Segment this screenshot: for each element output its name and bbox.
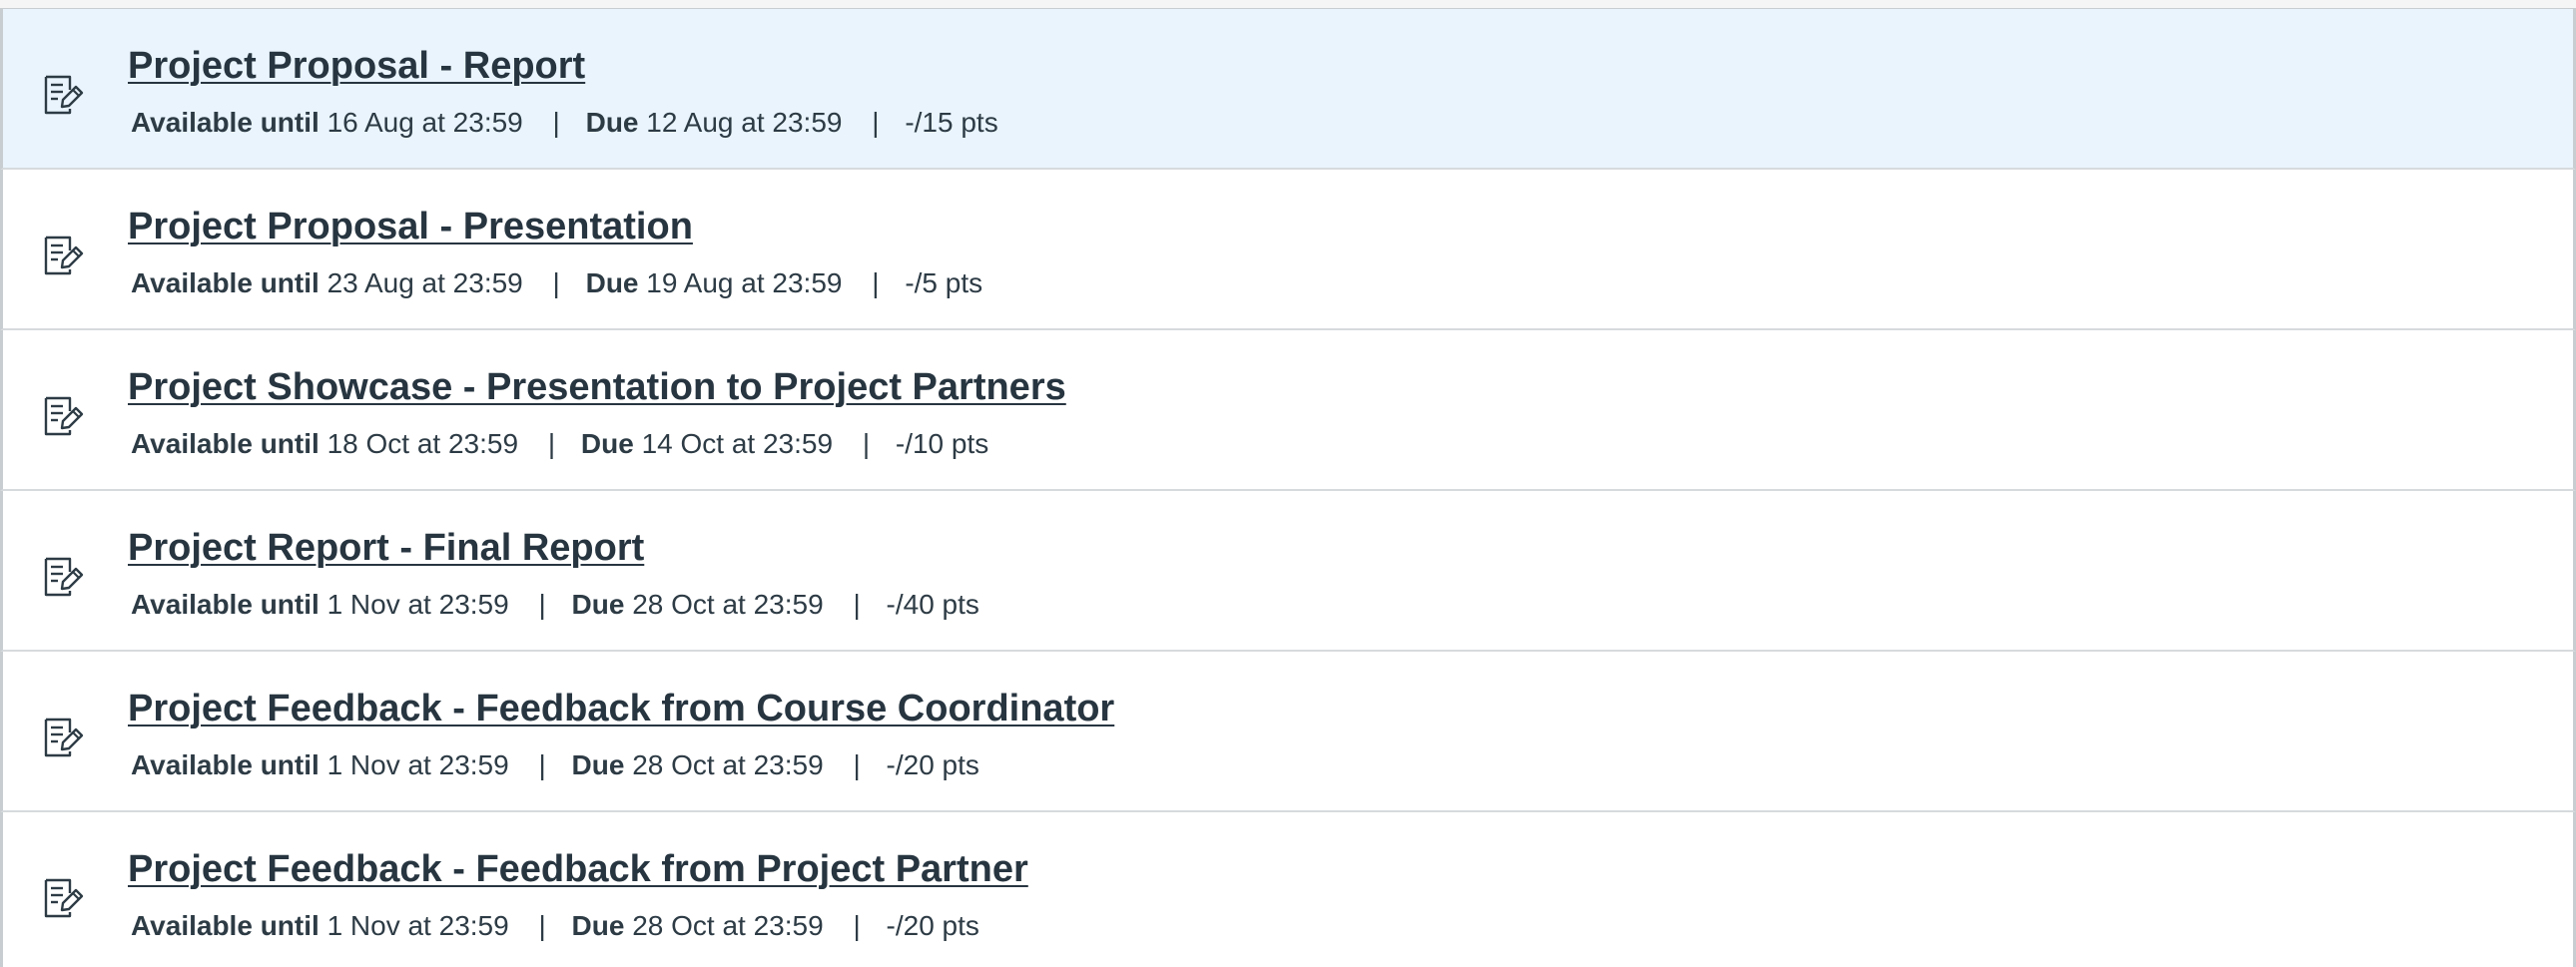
assignment-icon (41, 555, 85, 599)
due-value: 28 Oct at 23:59 (632, 749, 824, 780)
due-label: Due (571, 749, 625, 780)
meta-separator: | (853, 589, 861, 620)
points-value: -/40 pts (886, 589, 979, 620)
available-until-value: 23 Aug at 23:59 (326, 267, 523, 298)
assignment-row[interactable]: Project Showcase - Presentation to Proje… (0, 330, 2576, 491)
available-until-label: Available until (131, 428, 320, 459)
assignment-row[interactable]: Project Feedback - Feedback from Project… (0, 812, 2576, 967)
assignment-meta: Available until 23 Aug at 23:59 | Due 19… (131, 267, 982, 299)
due-value: 28 Oct at 23:59 (632, 589, 824, 620)
points-value: -/20 pts (886, 749, 979, 780)
assignment-row[interactable]: Project Proposal - Report Available unti… (0, 9, 2576, 170)
due-label: Due (571, 910, 625, 941)
available-until-value: 1 Nov at 23:59 (326, 749, 509, 780)
meta-separator: | (862, 428, 871, 459)
assignment-meta: Available until 1 Nov at 23:59 | Due 28 … (131, 589, 979, 621)
due-value: 19 Aug at 23:59 (646, 267, 843, 298)
assignment-row[interactable]: Project Report - Final Report Available … (0, 491, 2576, 652)
due-label: Due (585, 267, 639, 298)
meta-separator: | (552, 267, 560, 298)
meta-separator: | (853, 749, 861, 780)
available-until-label: Available until (131, 107, 320, 138)
assignment-title-link[interactable]: Project Showcase - Presentation to Proje… (128, 366, 1066, 409)
points-value: -/10 pts (895, 428, 989, 459)
meta-separator: | (872, 267, 880, 298)
available-until-value: 1 Nov at 23:59 (326, 910, 509, 941)
assignment-icon (41, 876, 85, 920)
available-until-label: Available until (131, 589, 320, 620)
due-label: Due (585, 107, 639, 138)
assignments-page: Project Proposal - Report Available unti… (0, 0, 2576, 967)
assignment-icon (41, 394, 85, 438)
meta-separator: | (552, 107, 560, 138)
meta-separator: | (538, 749, 546, 780)
points-value: -/5 pts (905, 267, 983, 298)
assignment-icon (41, 716, 85, 759)
assignment-meta: Available until 1 Nov at 23:59 | Due 28 … (131, 910, 979, 942)
assignment-row[interactable]: Project Feedback - Feedback from Course … (0, 652, 2576, 812)
meta-separator: | (538, 910, 546, 941)
assignment-list: Project Proposal - Report Available unti… (0, 9, 2576, 967)
meta-separator: | (547, 428, 556, 459)
due-label: Due (580, 428, 634, 459)
assignment-title-link[interactable]: Project Report - Final Report (128, 527, 644, 570)
due-label: Due (571, 589, 625, 620)
points-value: -/20 pts (886, 910, 979, 941)
assignment-meta: Available until 1 Nov at 23:59 | Due 28 … (131, 749, 979, 781)
list-top-edge (0, 0, 2576, 9)
available-until-label: Available until (131, 749, 320, 780)
due-value: 12 Aug at 23:59 (646, 107, 843, 138)
available-until-label: Available until (131, 267, 320, 298)
assignment-icon (41, 73, 85, 117)
available-until-label: Available until (131, 910, 320, 941)
assignment-meta: Available until 16 Aug at 23:59 | Due 12… (131, 107, 998, 139)
meta-separator: | (538, 589, 546, 620)
assignment-title-link[interactable]: Project Proposal - Report (128, 45, 585, 88)
assignment-row[interactable]: Project Proposal - Presentation Availabl… (0, 170, 2576, 330)
assignment-title-link[interactable]: Project Feedback - Feedback from Course … (128, 688, 1114, 730)
meta-separator: | (853, 910, 861, 941)
available-until-value: 18 Oct at 23:59 (326, 428, 519, 459)
available-until-value: 1 Nov at 23:59 (326, 589, 509, 620)
assignment-title-link[interactable]: Project Proposal - Presentation (128, 206, 693, 248)
assignment-meta: Available until 18 Oct at 23:59 | Due 14… (131, 428, 988, 460)
assignment-icon (41, 234, 85, 277)
meta-separator: | (872, 107, 880, 138)
available-until-value: 16 Aug at 23:59 (326, 107, 523, 138)
assignment-title-link[interactable]: Project Feedback - Feedback from Project… (128, 848, 1028, 891)
due-value: 28 Oct at 23:59 (632, 910, 824, 941)
points-value: -/15 pts (905, 107, 998, 138)
due-value: 14 Oct at 23:59 (641, 428, 834, 459)
